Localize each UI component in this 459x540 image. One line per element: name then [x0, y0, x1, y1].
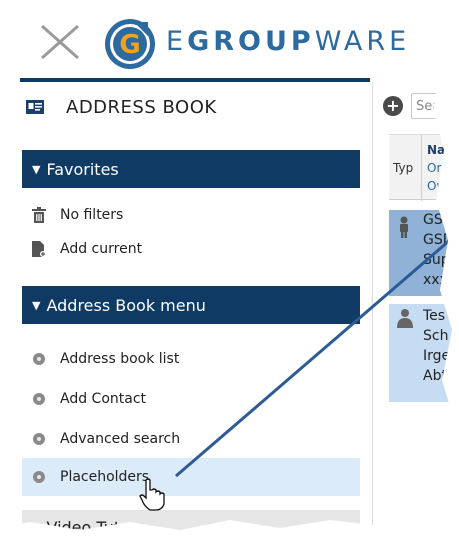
menu-item-add-contact[interactable]: Add Contact	[22, 382, 360, 416]
brand-prefix: E	[166, 26, 188, 57]
egroupware-logo-icon: G	[105, 19, 155, 69]
bullet-icon	[28, 467, 50, 487]
row-cell: Sch	[423, 328, 449, 344]
sidebar: ADDRESS BOOK ▼ Favorites No filters Add …	[0, 82, 372, 537]
bullet-icon	[28, 429, 50, 449]
table-row[interactable]: Tes Sch Irge Abt	[389, 304, 454, 402]
column-organisation[interactable]: Org	[427, 161, 449, 175]
row-cell: Abt	[423, 368, 447, 384]
app-header: G EGROUPWARE	[0, 0, 454, 82]
column-type[interactable]: Typ	[393, 161, 413, 175]
favorite-add-current[interactable]: Add current	[22, 232, 360, 266]
search-placeholder: Sea	[416, 98, 441, 114]
row-cell: Irge	[423, 348, 451, 364]
group-person-icon	[397, 309, 413, 328]
address-book-menu-header[interactable]: ▼ Address Book menu	[22, 286, 360, 324]
column-divider	[421, 135, 422, 201]
favorite-add-current-label: Add current	[60, 241, 143, 257]
app-title: ADDRESS BOOK	[26, 94, 217, 120]
menu-item-label: Add Contact	[60, 391, 147, 407]
add-icon[interactable]: +	[383, 96, 403, 116]
row-cell: Sup	[423, 252, 450, 268]
trash-icon	[28, 205, 50, 225]
column-owner[interactable]: Own	[427, 179, 454, 193]
menu-item-address-book-list[interactable]: Address book list	[22, 342, 360, 376]
grid-header: Typ Nan Org Own	[389, 134, 454, 201]
app-title-text: ADDRESS BOOK	[66, 96, 217, 118]
favorite-no-filters[interactable]: No filters	[22, 198, 360, 232]
menu-item-label: Advanced search	[60, 431, 181, 447]
column-name[interactable]: Nan	[427, 143, 454, 157]
menu-item-placeholders[interactable]: Placeholders	[22, 458, 360, 496]
search-input[interactable]: Sea	[411, 93, 454, 119]
menu-item-advanced-search[interactable]: Advanced search	[22, 422, 360, 456]
bullet-icon	[28, 349, 50, 369]
address-book-menu-heading: Address Book menu	[46, 295, 206, 315]
menu-item-label: Placeholders	[60, 469, 150, 485]
contact-list-pane: + Sea Typ Nan Org Own GSD GSD Sup xxx Te…	[372, 82, 454, 530]
row-cell: Tes	[423, 308, 446, 324]
triangle-right-icon: ▶	[32, 520, 41, 534]
close-icon[interactable]	[38, 22, 82, 62]
screenshot-frame: G EGROUPWARE ADDRESS BOOK ▼ Favorites No…	[0, 0, 454, 537]
video-tutorials-header[interactable]: ▶ Video Tut	[22, 510, 360, 537]
brand-suffix: WARE	[314, 26, 411, 57]
favorite-no-filters-label: No filters	[60, 207, 124, 223]
brand-name: EGROUPWARE	[166, 26, 410, 57]
row-cell: xxx	[423, 272, 448, 288]
favorites-header[interactable]: ▼ Favorites	[22, 150, 360, 188]
add-document-icon	[28, 239, 50, 259]
menu-item-label: Address book list	[60, 351, 180, 367]
row-cell: GSD	[423, 212, 454, 228]
person-icon	[400, 216, 408, 238]
video-tutorials-heading: Video Tut	[46, 517, 121, 537]
bullet-icon	[28, 389, 50, 409]
brand-bold: GROUP	[187, 26, 315, 57]
favorites-heading: Favorites	[46, 159, 119, 179]
list-toolbar: + Sea	[383, 92, 454, 120]
address-book-icon	[26, 100, 44, 114]
triangle-down-icon: ▼	[32, 162, 41, 176]
row-cell: GSD	[423, 232, 454, 248]
table-row[interactable]: GSD GSD Sup xxx	[389, 210, 454, 296]
logo-letter: G	[119, 30, 140, 60]
triangle-down-icon: ▼	[32, 298, 41, 312]
